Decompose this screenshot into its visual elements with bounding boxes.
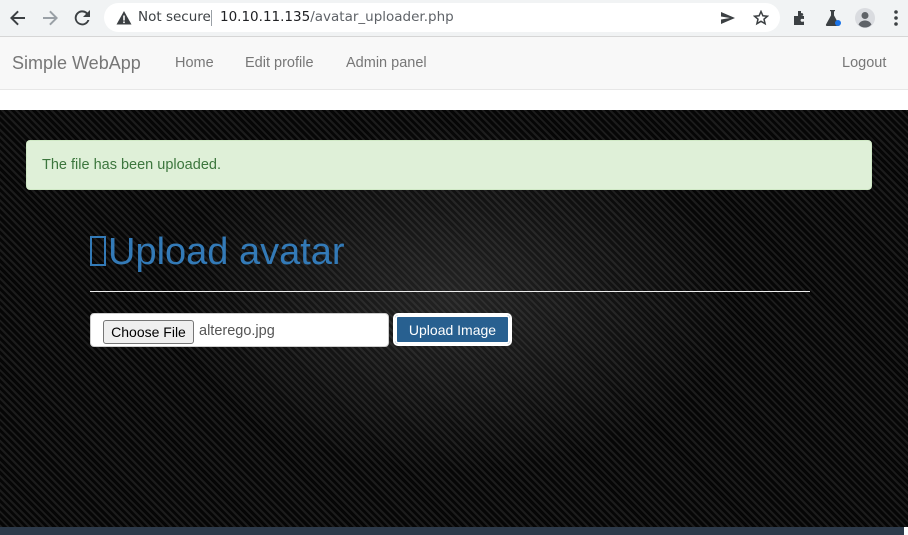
- page-title: Upload avatar: [90, 228, 345, 276]
- kebab-menu-icon: [894, 10, 898, 26]
- nav-link-home[interactable]: Home: [175, 55, 214, 71]
- arrow-right-icon: [43, 10, 58, 26]
- navbar-spacer: [0, 90, 908, 110]
- upload-icon: [90, 236, 106, 266]
- browser-toolbar: Not secure 10.10.11.135/avatar_uploader.…: [0, 0, 908, 37]
- divider: [90, 291, 810, 292]
- profile-button[interactable]: [853, 6, 877, 30]
- send-icon: [721, 12, 735, 24]
- reload-button[interactable]: [70, 6, 94, 30]
- selected-file-name: alterego.jpg: [199, 323, 275, 339]
- alert-message: The file has been uploaded.: [42, 157, 221, 173]
- main-content: The file has been uploaded. Upload avata…: [0, 110, 908, 527]
- file-input[interactable]: Choose File alterego.jpg: [90, 313, 389, 347]
- url-text[interactable]: 10.10.11.135/avatar_uploader.php: [220, 9, 454, 25]
- reload-icon: [74, 10, 90, 26]
- avatar-icon: [855, 8, 875, 28]
- extensions-button[interactable]: [788, 6, 812, 30]
- url-host: 10.10.11.135: [220, 9, 311, 25]
- arrow-left-icon: [10, 10, 25, 26]
- choose-file-button[interactable]: Choose File: [103, 320, 194, 344]
- puzzle-icon: [794, 11, 804, 25]
- page-title-text: Upload avatar: [108, 231, 345, 273]
- security-label[interactable]: Not secure: [138, 9, 211, 25]
- address-bar[interactable]: Not secure 10.10.11.135/avatar_uploader.…: [104, 3, 780, 32]
- bookmark-button[interactable]: [751, 8, 771, 28]
- url-separator: [211, 10, 212, 26]
- upload-image-button[interactable]: Upload Image: [393, 313, 512, 346]
- flask-icon: [825, 10, 841, 26]
- warning-icon: [116, 11, 132, 25]
- success-alert: The file has been uploaded.: [26, 140, 872, 190]
- url-path: /avatar_uploader.php: [310, 9, 454, 25]
- nav-link-edit-profile[interactable]: Edit profile: [245, 55, 314, 71]
- back-button[interactable]: [6, 6, 30, 30]
- nav-link-admin-panel[interactable]: Admin panel: [346, 55, 427, 71]
- nav-link-logout[interactable]: Logout: [842, 55, 886, 71]
- star-icon: [753, 10, 769, 26]
- site-navbar: Simple WebApp Home Edit profile Admin pa…: [0, 37, 908, 90]
- page-footer: [0, 527, 904, 535]
- navbar-brand[interactable]: Simple WebApp: [12, 53, 141, 74]
- send-button[interactable]: [718, 8, 738, 28]
- forward-button[interactable]: [38, 6, 62, 30]
- browser-menu-button[interactable]: [886, 6, 906, 30]
- lab-extension-button[interactable]: [821, 6, 845, 30]
